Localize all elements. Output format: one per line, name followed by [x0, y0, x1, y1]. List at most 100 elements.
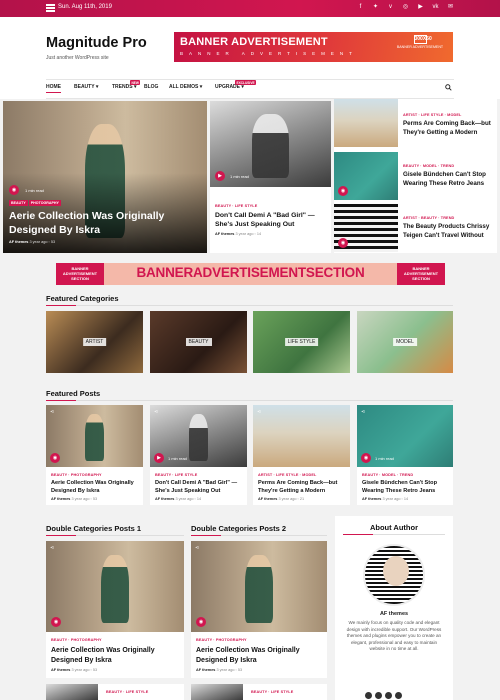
nav-blog[interactable]: BLOG: [144, 84, 158, 90]
vimeo-icon[interactable]: v: [387, 4, 394, 11]
post-title[interactable]: Don't Call Demi A "Bad Girl" — She's Jus…: [215, 211, 327, 229]
nav-home[interactable]: HOME: [46, 84, 61, 93]
post-author[interactable]: AF themes: [196, 668, 215, 672]
post-meta: AF themes 3 year ago ▫ 53: [51, 497, 98, 501]
post-image[interactable]: ⋖ ◉: [191, 541, 327, 632]
camera-icon: ◉: [338, 238, 348, 248]
facebook-icon[interactable]: f: [357, 4, 364, 11]
post-categories[interactable]: BEAUTY · LIFE STYLE: [251, 690, 293, 694]
post-comments: 53: [237, 668, 243, 672]
post-title[interactable]: Aerie Collection Was Originally Designed…: [196, 646, 324, 666]
camera-icon: ◉: [51, 617, 61, 627]
site-logo[interactable]: Magnitude Pro: [46, 35, 147, 51]
post-categories[interactable]: BEAUTY · MODEL · TREND: [403, 164, 454, 168]
post-title[interactable]: Gisele Bündchen Can't Stop Wearing These…: [362, 480, 450, 495]
post-meta: AF themes 3 year ago ▫ 21: [258, 497, 305, 501]
post-date: 3 year ago: [216, 668, 235, 672]
side-post-title[interactable]: Gisele Bündchen Can't Stop Wearing These…: [403, 171, 495, 188]
instagram-icon[interactable]: ◎: [402, 4, 409, 11]
post-image[interactable]: ⋖ ◉ 1 min read: [357, 405, 453, 467]
post-author[interactable]: AF themes: [215, 232, 234, 236]
post-title[interactable]: Aerie Collection Was Originally Designed…: [51, 480, 139, 495]
read-time: 1 min read: [230, 174, 249, 179]
side-post-image[interactable]: [334, 99, 398, 147]
post-author[interactable]: AF themes: [362, 497, 381, 501]
post-title[interactable]: Aerie Collection Was Originally Designed…: [51, 646, 181, 666]
author-name[interactable]: AF themes: [335, 611, 453, 617]
new-badge: NEW: [130, 80, 141, 85]
post-categories[interactable]: BEAUTY · PHOTOGRAPHY: [196, 638, 247, 642]
share-icon[interactable]: ⋖: [50, 545, 57, 552]
post-title[interactable]: Don't Call Demi A "Bad Girl" — She's Jus…: [155, 480, 243, 495]
share-icon[interactable]: ⋖: [50, 409, 57, 416]
nav-all-demos[interactable]: ALL DEMOS ▾: [169, 84, 202, 90]
youtube-icon[interactable]: [395, 692, 402, 699]
menu-icon[interactable]: [46, 4, 55, 12]
side-post-image[interactable]: ◉: [334, 152, 398, 200]
mail-icon[interactable]: ✉: [447, 4, 454, 11]
post-image[interactable]: ⋖ ◉: [46, 541, 184, 632]
instagram-icon[interactable]: [385, 692, 392, 699]
exclusive-badge: EXCLUSIVE: [235, 80, 257, 85]
category-card-artist[interactable]: ARTIST: [46, 311, 143, 373]
category-tag[interactable]: BEAUTY: [9, 200, 28, 206]
post-categories[interactable]: BEAUTY · MODEL · TREND: [362, 473, 413, 477]
post-author[interactable]: AF themes: [51, 497, 70, 501]
post-author[interactable]: AF themes: [155, 497, 174, 501]
double-cat-next-2: BEAUTY · LIFE STYLE: [191, 684, 327, 700]
post-image[interactable]: ⋖: [253, 405, 350, 467]
twitter-icon[interactable]: ✦: [372, 4, 379, 11]
side-post-image[interactable]: ◉: [334, 204, 398, 252]
nav-all-demos-label: ALL DEMOS: [169, 84, 199, 90]
mid-banner-ad[interactable]: BANNER ADVERTISEMENT SECTION BANNERADVER…: [56, 263, 445, 285]
youtube-icon[interactable]: ▶: [417, 4, 424, 11]
main-navigation: HOME BEAUTY ▾ TRENDS ▾ NEW BLOG ALL DEMOS…: [0, 79, 500, 99]
vk-icon[interactable]: vk: [432, 4, 439, 11]
post-categories[interactable]: ARTIST · LIFE STYLE · MODEL: [258, 473, 316, 477]
nav-trends[interactable]: TRENDS ▾ NEW: [112, 80, 141, 90]
read-time: 1 min read: [375, 456, 394, 461]
post-image[interactable]: ⋖ ▶ 1 min read: [150, 405, 247, 467]
section-title: Featured Posts: [46, 389, 101, 398]
section-title: Double Categories Posts 2: [191, 524, 287, 533]
post-image[interactable]: [191, 684, 243, 700]
post-author[interactable]: AF themes: [258, 497, 277, 501]
post-author[interactable]: AF themes: [9, 240, 28, 244]
hero-main-post[interactable]: ◉ 1 min read BEAUTY PHOTOGRAPHY Aerie Col…: [3, 101, 207, 253]
author-social-links: [365, 692, 402, 699]
share-icon[interactable]: ⋖: [195, 545, 202, 552]
post-image[interactable]: [46, 684, 98, 700]
post-author[interactable]: AF themes: [51, 668, 70, 672]
hero-second-image[interactable]: ▶ 1 min read: [210, 101, 331, 187]
read-time: 1 min read: [25, 188, 44, 193]
hero-main-title[interactable]: Aerie Collection Was Originally Designed…: [9, 209, 184, 237]
nav-beauty[interactable]: BEAUTY ▾: [74, 84, 98, 90]
side-post-title[interactable]: Perms Are Coming Back—but They're Gettin…: [403, 120, 495, 137]
post-categories[interactable]: BEAUTY · PHOTOGRAPHY: [51, 473, 102, 477]
post-categories[interactable]: BEAUTY · PHOTOGRAPHY: [51, 638, 102, 642]
nav-upgrade[interactable]: UPGRADE ▾ EXCLUSIVE: [215, 80, 257, 90]
category-label: LIFE STYLE: [284, 338, 319, 346]
post-categories[interactable]: BEAUTY · LIFE STYLE: [155, 473, 197, 477]
category-card-beauty[interactable]: BEAUTY: [150, 311, 247, 373]
search-icon[interactable]: [445, 84, 452, 91]
share-icon[interactable]: ⋖: [257, 409, 264, 416]
author-avatar: [363, 544, 425, 606]
header-banner-ad[interactable]: BANNER ADVERTISEMENT BANNER ADVERTISEMEN…: [174, 32, 453, 62]
facebook-icon[interactable]: [365, 692, 372, 699]
author-bio: We mainly focus on quality code and eleg…: [346, 620, 442, 652]
post-categories[interactable]: ARTIST · BEAUTY · TREND: [403, 216, 454, 220]
post-image[interactable]: ⋖ ◉: [46, 405, 143, 467]
twitter-icon[interactable]: [375, 692, 382, 699]
category-card-model[interactable]: MODEL: [357, 311, 453, 373]
post-date: 3 year ago: [71, 668, 90, 672]
post-title[interactable]: Perms Are Coming Back—but They're Gettin…: [258, 480, 346, 495]
side-post-title[interactable]: The Beauty Products Chrissy Teigen Can't…: [403, 223, 495, 240]
post-categories[interactable]: ARTIST · LIFE STYLE · MODEL: [403, 113, 461, 117]
category-tag[interactable]: PHOTOGRAPHY: [28, 200, 61, 206]
post-categories[interactable]: BEAUTY · LIFE STYLE: [215, 204, 257, 208]
share-icon[interactable]: ⋖: [361, 409, 368, 416]
category-card-life-style[interactable]: LIFE STYLE: [253, 311, 350, 373]
share-icon[interactable]: ⋖: [154, 409, 161, 416]
post-categories[interactable]: BEAUTY · LIFE STYLE: [106, 690, 148, 694]
